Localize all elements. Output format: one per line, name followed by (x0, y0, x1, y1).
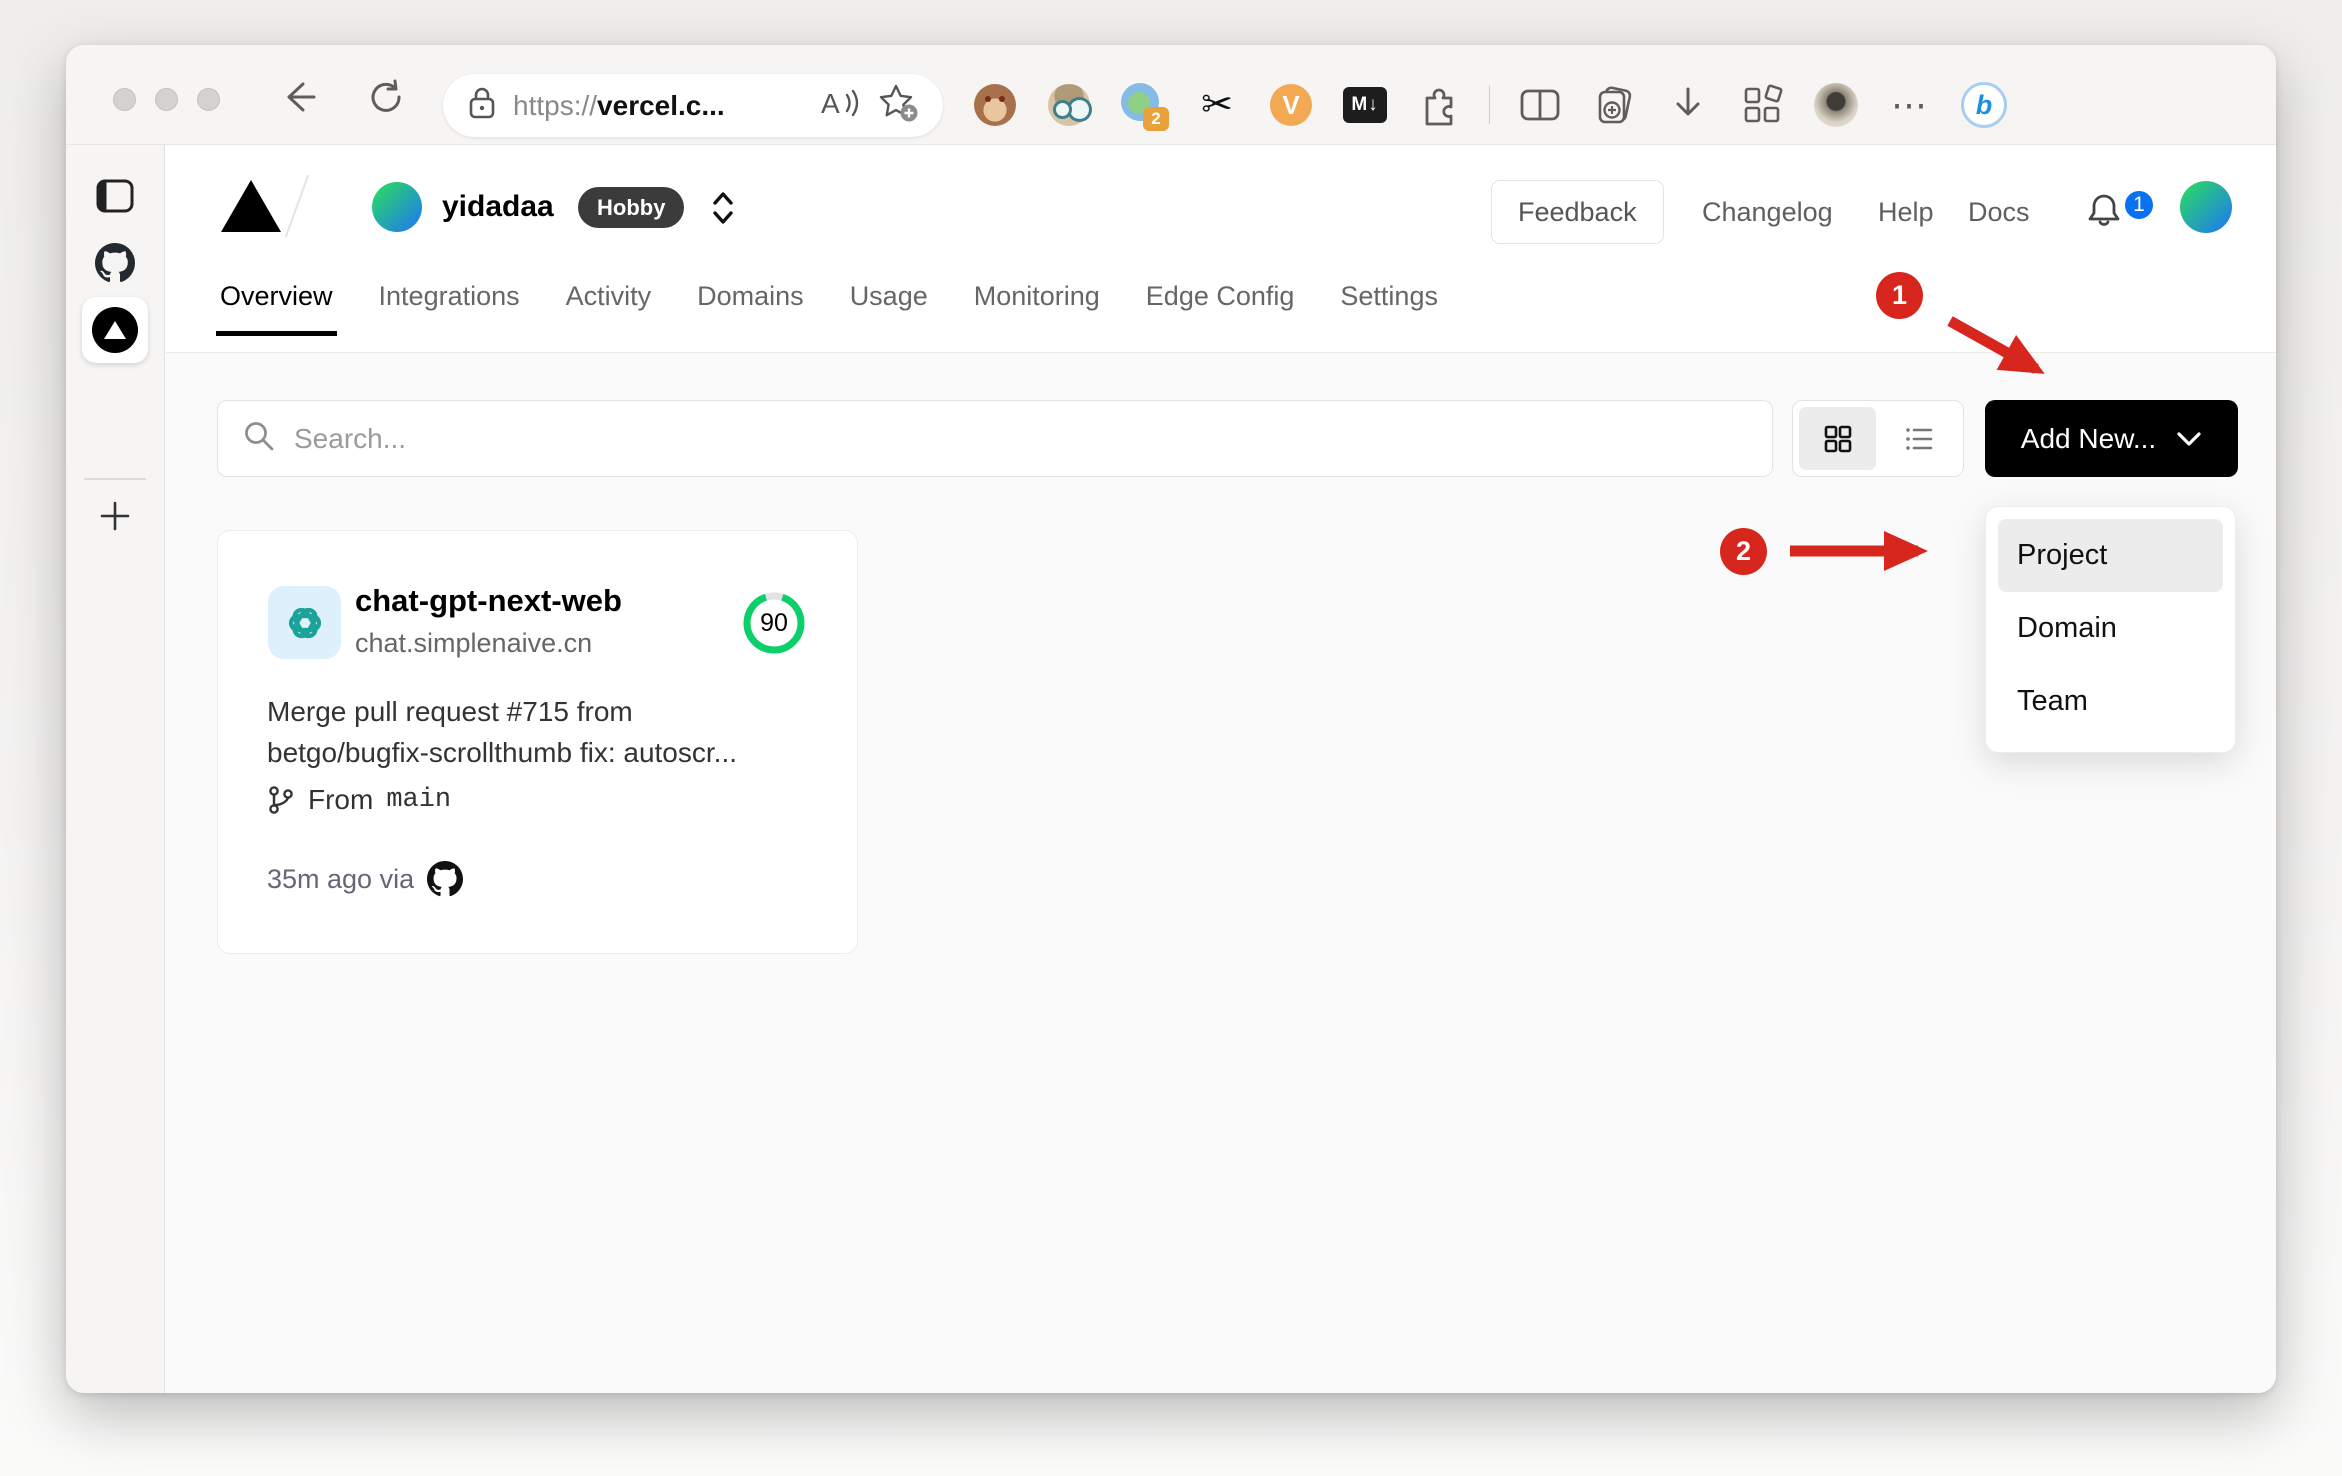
git-branch-icon (269, 786, 293, 814)
downloads-icon[interactable] (1664, 81, 1712, 129)
annotation-badge-1: 1 (1876, 272, 1923, 319)
vercel-page: yidadaa Hobby Feedback Changelog Help Do… (166, 145, 2276, 1393)
split-screen-icon[interactable] (1516, 81, 1564, 129)
add-new-button[interactable]: Add New... (1985, 400, 2238, 477)
tab-manager-extension-icon[interactable]: 2 (1119, 81, 1169, 131)
markdown-extension-icon[interactable]: M↓ (1341, 81, 1389, 129)
tab-integrations[interactable]: Integrations (379, 281, 520, 336)
add-new-label: Add New... (2020, 422, 2157, 454)
project-domain[interactable]: chat.simplenaive.cn (355, 628, 592, 659)
notifications-bell-icon[interactable] (2084, 191, 2124, 238)
apps-grid-icon[interactable] (1738, 81, 1786, 129)
vercel-favicon (92, 307, 138, 353)
profile-avatar[interactable] (1812, 81, 1860, 129)
openai-logo-icon (268, 586, 341, 659)
vercel-content: Add New... chat-gpt-next-web chat.simple… (166, 353, 2276, 1393)
sidebar-divider (84, 478, 146, 480)
changelog-link[interactable]: Changelog (1702, 197, 1833, 228)
dropdown-item-project[interactable]: Project (1998, 519, 2223, 592)
minimize-window-button[interactable] (155, 88, 178, 111)
tab-overview[interactable]: Overview (216, 281, 337, 336)
browser-sidebar (66, 145, 165, 1393)
collections-icon[interactable] (1590, 81, 1638, 129)
search-icon (242, 419, 276, 458)
branch-prefix: From (308, 784, 374, 815)
list-view-button[interactable] (1880, 407, 1957, 470)
v-extension-icon[interactable]: V (1267, 81, 1315, 129)
user-avatar[interactable] (2180, 181, 2232, 233)
tab-settings[interactable]: Settings (1340, 281, 1438, 336)
browser-toolbar: https://vercel.c... A 2 ✂ V M↓ ⋯ b (66, 45, 2276, 145)
notification-count-badge: 1 (2122, 188, 2156, 222)
dropdown-item-team[interactable]: Team (1998, 665, 2223, 738)
persona-extension-icon[interactable] (1045, 81, 1093, 129)
extensions-puzzle-icon[interactable] (1415, 81, 1463, 129)
copilot-icon[interactable]: b (1960, 81, 2008, 129)
lock-icon (467, 86, 497, 125)
docs-link[interactable]: Docs (1968, 197, 2030, 228)
deployment-meta: 35m ago via (267, 861, 464, 897)
tab-monitoring[interactable]: Monitoring (974, 281, 1100, 336)
help-link[interactable]: Help (1878, 197, 1934, 228)
dropdown-item-domain[interactable]: Domain (1998, 592, 2223, 665)
vercel-tabs: Overview Integrations Activity Domains U… (216, 281, 1438, 336)
search-box[interactable] (217, 400, 1773, 477)
team-name: yidadaa (442, 190, 554, 223)
team-avatar[interactable] (372, 182, 422, 232)
view-toggle (1792, 400, 1964, 477)
grid-view-button[interactable] (1799, 407, 1876, 470)
tab-domains[interactable]: Domains (697, 281, 804, 336)
commit-message: Merge pull request #715 from betgo/bugfi… (267, 696, 737, 768)
url-text: https://vercel.c... (513, 89, 725, 121)
favorite-star-icon[interactable] (877, 83, 919, 128)
read-aloud-icon[interactable]: A (819, 85, 861, 126)
tab-edge-config[interactable]: Edge Config (1146, 281, 1295, 336)
desktop: https://vercel.c... A 2 ✂ V M↓ ⋯ b yidad… (0, 0, 2342, 1476)
tab-count-badge: 2 (1143, 107, 1169, 131)
plan-badge: Hobby (578, 187, 685, 228)
close-window-button[interactable] (113, 88, 136, 111)
github-icon (427, 861, 464, 897)
project-card[interactable]: chat-gpt-next-web chat.simplenaive.cn 90… (217, 530, 858, 954)
browser-window: https://vercel.c... A 2 ✂ V M↓ ⋯ b yidad… (66, 45, 2276, 1393)
branch-row: From main (267, 784, 451, 816)
reload-button[interactable] (364, 75, 408, 119)
search-input[interactable] (294, 422, 1748, 455)
scissors-extension-icon[interactable]: ✂ (1193, 81, 1241, 129)
score-value: 90 (760, 608, 788, 637)
chevron-down-icon (2177, 431, 2201, 446)
svg-text:A: A (821, 88, 840, 119)
toolbar-divider (1489, 86, 1490, 124)
more-menu-icon[interactable]: ⋯ (1886, 81, 1934, 129)
vercel-logo[interactable] (220, 178, 282, 239)
breadcrumb-slash (284, 174, 310, 238)
vercel-tab-active[interactable] (82, 297, 148, 363)
feedback-button[interactable]: Feedback (1491, 180, 1664, 244)
vercel-header: yidadaa Hobby Feedback Changelog Help Do… (166, 145, 2276, 270)
tampermonkey-extension-icon[interactable] (971, 81, 1019, 129)
tab-activity[interactable]: Activity (566, 281, 652, 336)
tab-usage[interactable]: Usage (850, 281, 928, 336)
branch-name: main (386, 785, 452, 815)
tab-panel-icon[interactable] (95, 178, 135, 214)
add-new-dropdown: Project Domain Team (1985, 506, 2236, 753)
project-name[interactable]: chat-gpt-next-web (355, 583, 622, 619)
github-tab-icon[interactable] (95, 243, 135, 283)
address-bar[interactable]: https://vercel.c... A (443, 74, 943, 137)
new-tab-button[interactable] (96, 497, 134, 535)
zoom-window-button[interactable] (197, 88, 220, 111)
lighthouse-score-ring: 90 (742, 591, 806, 655)
back-button[interactable] (276, 75, 320, 119)
team-switcher-icon[interactable] (706, 187, 740, 234)
annotation-badge-2: 2 (1720, 528, 1767, 575)
extensions-row: 2 ✂ V M↓ ⋯ b (971, 73, 2008, 137)
